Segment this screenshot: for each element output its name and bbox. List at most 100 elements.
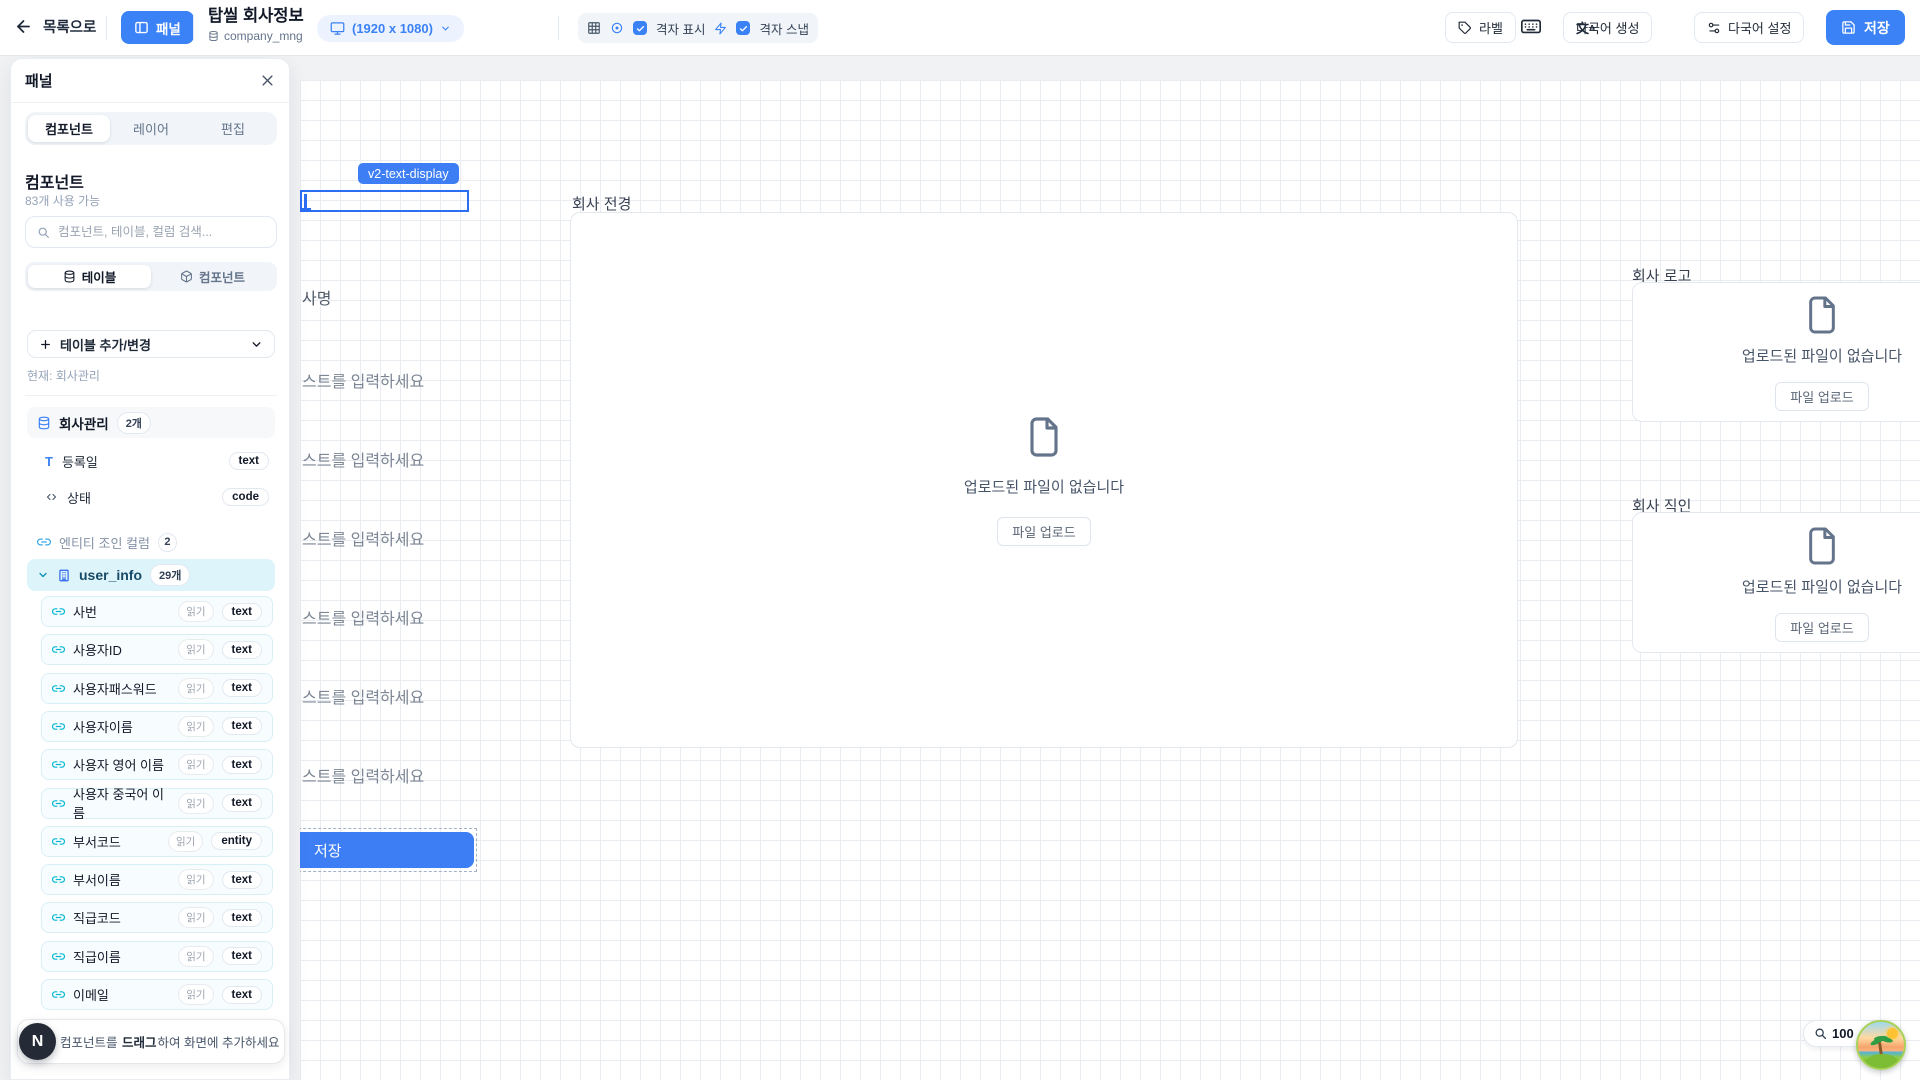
text-input-placeholder[interactable]: 스트를 입력하세요 [302,447,424,471]
grid-icon [587,21,601,35]
upload-card-company-view[interactable]: 업로드된 파일이 없습니다 파일 업로드 [570,212,1518,748]
link-icon [52,682,65,695]
panel-tabs: 컴포넌트 레이어 편집 [25,112,277,145]
text-input-placeholder[interactable]: 스트를 입력하세요 [302,763,424,787]
resolution-selector[interactable]: (1920 x 1080) [317,15,464,42]
component-panel: 패널 컴포넌트 레이어 편집 컴포넌트 83개 사용 가능 테이블 컴포넌트 테… [10,58,290,1080]
divider [193,16,194,40]
grid-snap-checkbox[interactable] [736,21,750,35]
file-upload-button[interactable]: 파일 업로드 [997,517,1090,546]
back-button[interactable]: 목록으로 [14,16,96,37]
hint-bold: 드래그 [122,1036,157,1050]
divider [558,16,559,40]
save-icon [1841,20,1856,35]
island-avatar[interactable] [1856,1020,1906,1070]
cube-icon [180,270,193,283]
readonly-badge: 읽기 [178,793,213,814]
save-button-label: 저장 [1864,18,1890,38]
selected-text-display-component[interactable] [300,190,469,212]
i18n-settings-button[interactable]: 다국어 설정 [1694,12,1804,43]
count-badge: 2개 [117,412,151,434]
field-row-regdate[interactable]: T 등록일 text [41,447,273,475]
company-name-label[interactable]: 사명 [302,285,331,309]
title-block: 탑씰 회사정보 company_mng [208,7,304,43]
count-badge: 29개 [150,564,190,586]
hint-suffix: 하여 화면에 추가하세요 [158,1036,280,1050]
code-field-icon [45,491,58,503]
type-badge: text [222,947,262,965]
link-icon [52,758,65,771]
joined-field-row[interactable]: 직급코드 읽기 text [41,902,273,933]
joined-field-row[interactable]: 사용자 중국어 이름 읽기 text [41,788,273,819]
i18n-settings-label: 다국어 설정 [1728,18,1791,37]
table-group-user-info[interactable]: user_info 29개 [27,559,275,591]
table-group-company[interactable]: 회사관리 2개 [27,407,275,438]
page-title: 탑씰 회사정보 [208,7,304,26]
field-label: 직급이름 [73,947,170,966]
text-input-placeholder[interactable]: 스트를 입력하세요 [302,368,424,392]
readonly-badge: 읽기 [178,946,213,967]
joined-field-row[interactable]: 이메일 읽기 text [41,979,273,1010]
upload-card-company-logo[interactable]: 업로드된 파일이 없습니다 파일 업로드 [1632,282,1920,422]
canvas-save-button[interactable]: 저장 [300,832,474,868]
canvas-viewport[interactable]: v2-text-display 사명 스트를 입력하세요스트를 입력하세요스트를… [300,80,1920,1080]
text-input-placeholder[interactable]: 스트를 입력하세요 [302,526,424,550]
save-button[interactable]: 저장 [1826,10,1905,45]
section-title: 컴포넌트 [25,169,84,193]
database-icon [63,270,76,283]
add-table-button[interactable]: 테이블 추가/변경 [27,330,275,358]
field-label: 상태 [67,488,213,507]
type-badge: text [222,986,262,1004]
toggle-components-label: 컴포넌트 [199,267,245,286]
file-upload-button[interactable]: 파일 업로드 [1775,382,1868,411]
file-upload-button[interactable]: 파일 업로드 [1775,613,1868,642]
i18n-generate-button[interactable]: 文A 다국어 생성 [1563,12,1652,43]
close-icon[interactable] [260,73,275,88]
upload-empty-text: 업로드된 파일이 없습니다 [1742,345,1902,366]
tab-layers[interactable]: 레이어 [110,115,192,142]
keyboard-shortcuts-button[interactable] [1519,15,1543,37]
grid-show-label: 격자 표시 [656,19,705,38]
joined-field-row[interactable]: 사용자ID 읽기 text [41,634,273,665]
zoom-value: 100 [1832,1026,1854,1041]
plus-icon [39,338,52,351]
assistant-fab[interactable]: N [19,1023,56,1060]
type-badge: text [222,756,262,774]
joined-field-row[interactable]: 부서코드 읽기 entity [41,826,273,857]
label-button[interactable]: 라벨 [1445,12,1516,43]
joined-field-row[interactable]: 직급이름 읽기 text [41,941,273,972]
tab-components[interactable]: 컴포넌트 [28,115,110,142]
toggle-components[interactable]: 컴포넌트 [151,265,274,288]
entity-join-count: 2 [158,533,177,552]
grid-toolbar: 격자 표시 격자 스냅 [578,13,818,43]
tag-icon [1458,21,1472,35]
upload-card-company-stamp[interactable]: 업로드된 파일이 없습니다 파일 업로드 [1632,512,1920,653]
joined-field-row[interactable]: 사용자이름 읽기 text [41,711,273,742]
toggle-tables[interactable]: 테이블 [28,265,151,288]
joined-field-row[interactable]: 사용자패스워드 읽기 text [41,673,273,704]
type-badge: entity [211,832,262,850]
grid-show-checkbox[interactable] [633,21,647,35]
entity-join-section: 엔티티 조인 컬럼 2 [37,529,277,555]
field-label: 이메일 [73,985,170,1004]
readonly-badge: 읽기 [178,754,213,775]
tab-edit[interactable]: 편집 [192,115,274,142]
joined-field-row[interactable]: 사번 읽기 text [41,596,273,627]
link-icon [52,605,65,618]
search-input[interactable] [58,225,265,239]
readonly-badge: 읽기 [168,831,203,852]
panel-toggle-button[interactable]: 패널 [121,11,194,44]
text-input-placeholder[interactable]: 스트를 입력하세요 [302,684,424,708]
text-input-placeholder[interactable]: 스트를 입력하세요 [302,605,424,629]
divider [106,16,107,40]
field-row-status[interactable]: 상태 code [41,483,273,511]
translate-icon: 文A [1576,18,1595,37]
readonly-badge: 읽기 [178,639,213,660]
type-badge: text [222,871,262,889]
field-label: 사번 [73,602,170,621]
header: 목록으로 패널 탑씰 회사정보 company_mng (1920 x 1080… [0,0,1920,56]
joined-field-row[interactable]: 사용자 영어 이름 읽기 text [41,749,273,780]
joined-field-row[interactable]: 부서이름 읽기 text [41,864,273,895]
panel-button-label: 패널 [156,18,181,38]
chevron-down-icon[interactable] [37,569,49,581]
